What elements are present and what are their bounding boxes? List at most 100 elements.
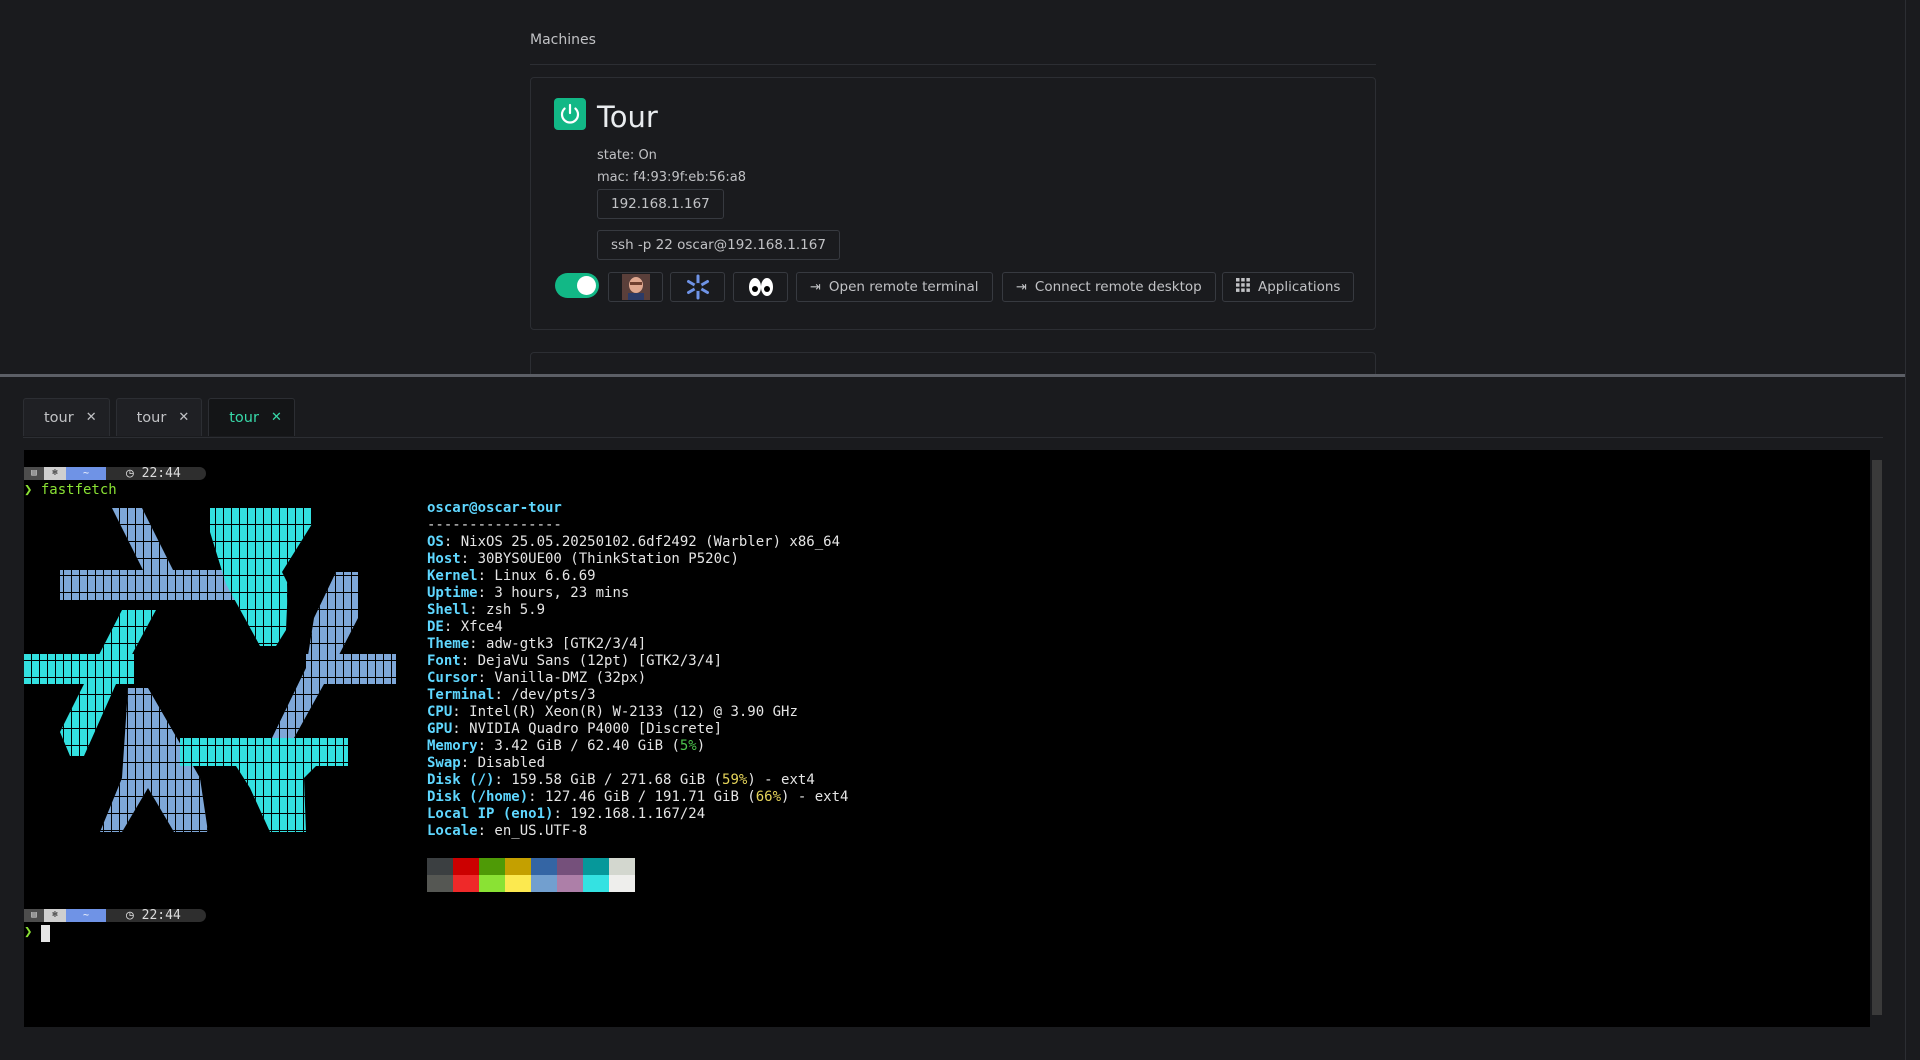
color-swatch [453, 858, 479, 875]
info-label: Theme [427, 636, 470, 652]
color-swatch [531, 858, 557, 875]
prompt-bar: ▤ ❄ ~ ◷ 22:44 [24, 467, 206, 480]
close-icon[interactable]: ✕ [271, 410, 282, 425]
info-line: DE: Xfce4 [427, 619, 503, 636]
info-label: Shell [427, 602, 470, 618]
logo-texture [306, 654, 396, 684]
user-avatar-button[interactable] [608, 272, 663, 302]
terminal-scrollbar[interactable] [1871, 450, 1883, 1027]
login-icon: ⇥ [810, 279, 821, 295]
close-icon[interactable]: ✕ [86, 410, 97, 425]
prompt-dir-segment: ~ [66, 909, 106, 922]
prompt-chevron: ❯ [24, 482, 41, 498]
info-line: Font: DejaVu Sans (12pt) [GTK2/3/4] [427, 653, 722, 670]
prompt-os-segment: ▤ [24, 909, 44, 922]
color-swatch [479, 875, 505, 892]
color-swatch [583, 875, 609, 892]
info-tail: ) [696, 738, 706, 754]
ip-address-button[interactable]: 192.168.1.167 [597, 189, 724, 219]
info-value: : 127.46 GiB / 191.71 GiB ( [528, 789, 756, 805]
machine-card: Tour state: On mac: f4:93:9f:eb:56:a8 19… [530, 77, 1376, 330]
machine-name: Tour [597, 100, 658, 134]
logo-texture [112, 508, 176, 576]
color-swatch [583, 858, 609, 875]
terminal-tab[interactable]: tour ✕ [115, 398, 203, 436]
info-label: Memory [427, 738, 478, 754]
prompt-dir-segment: ~ [66, 467, 106, 480]
tab-label: tour [229, 409, 259, 426]
info-line: Disk (/home): 127.46 GiB / 191.71 GiB (6… [427, 789, 848, 806]
info-line: Memory: 3.42 GiB / 62.40 GiB (5%) [427, 738, 705, 755]
info-label: GPU [427, 721, 453, 737]
color-swatch [505, 875, 531, 892]
command-text: fastfetch [40, 482, 117, 498]
prompt-nix-segment: ❄ [44, 467, 66, 480]
terminal-tab-active[interactable]: tour ✕ [208, 398, 295, 436]
scrollbar-thumb[interactable] [1872, 460, 1882, 1015]
color-swatch [505, 858, 531, 875]
xeyes-button[interactable] [733, 272, 788, 302]
nixos-snowflake-icon [686, 274, 709, 300]
info-value: : 159.58 GiB / 271.68 GiB ( [494, 772, 723, 788]
info-line: Host: 30BYS0UE00 (ThinkStation P520c) [427, 551, 739, 568]
info-value: : 3.42 GiB / 62.40 GiB ( [477, 738, 680, 754]
info-label: OS [427, 534, 444, 550]
machine-state: state: On [597, 148, 657, 163]
panel-splitter[interactable] [0, 374, 1906, 377]
info-tail: ) - ext4 [747, 772, 815, 788]
open-remote-terminal-button[interactable]: ⇥ Open remote terminal [796, 272, 993, 302]
userhost: oscar@oscar-tour [427, 500, 562, 516]
machine-mac: mac: f4:93:9f:eb:56:a8 [597, 170, 746, 185]
info-percent: 59% [722, 772, 748, 788]
info-value: : Intel(R) Xeon(R) W-2133 (12) @ 3.90 GH… [452, 704, 798, 720]
prompt-chevron: ❯ [24, 924, 33, 940]
info-value: : 3 hours, 23 mins [477, 585, 630, 601]
logo-texture [24, 654, 134, 684]
info-label: Uptime [427, 585, 478, 601]
close-icon[interactable]: ✕ [178, 410, 189, 425]
prompt-time: 22:44 [141, 466, 181, 481]
info-value: : 192.168.1.167/24 [553, 806, 706, 822]
info-value: : adw-gtk3 [GTK2/3/4] [469, 636, 647, 652]
info-line: Cursor: Vanilla-DMZ (32px) [427, 670, 646, 687]
terminal-view[interactable]: ▤ ❄ ~ ◷ 22:44 ❯ fastfetch oscar@oscar-to… [24, 450, 1870, 1027]
info-label: Local IP (eno1) [427, 806, 554, 822]
info-value: : NixOS 25.05.20250102.6df2492 (Warbler)… [443, 534, 841, 550]
avatar-icon [621, 274, 650, 300]
next-machine-card [530, 352, 1376, 375]
info-label: Font [427, 653, 461, 669]
applications-button[interactable]: Applications [1222, 272, 1355, 302]
power-icon[interactable] [554, 98, 586, 130]
ssh-command-button[interactable]: ssh -p 22 oscar@192.168.1.167 [597, 230, 840, 260]
info-line: Local IP (eno1): 192.168.1.167/24 [427, 806, 705, 823]
info-percent: 66% [755, 789, 782, 805]
info-value: : Vanilla-DMZ (32px) [477, 670, 647, 686]
info-label: Kernel [427, 568, 478, 584]
info-value: : zsh 5.9 [469, 602, 546, 618]
info-label: Disk (/home) [427, 789, 529, 805]
prompt-nix-segment: ❄ [44, 909, 66, 922]
logo-texture [210, 508, 312, 646]
info-value: : Disabled [460, 755, 546, 771]
info-label: CPU [427, 704, 453, 720]
terminal-tab[interactable]: tour ✕ [23, 398, 110, 436]
info-percent: 5% [679, 738, 697, 754]
info-line: Uptime: 3 hours, 23 mins [427, 585, 629, 602]
power-toggle[interactable] [555, 273, 599, 298]
info-line: Kernel: Linux 6.6.69 [427, 568, 596, 585]
info-line: Shell: zsh 5.9 [427, 602, 545, 619]
applications-label: Applications [1258, 279, 1341, 295]
login-icon: ⇥ [1016, 279, 1027, 295]
info-line: Theme: adw-gtk3 [GTK2/3/4] [427, 636, 646, 653]
info-value: : Xfce4 [443, 619, 503, 635]
nixos-button[interactable] [670, 272, 725, 302]
info-line: Terminal: /dev/pts/3 [427, 687, 596, 704]
connect-remote-desktop-button[interactable]: ⇥ Connect remote desktop [1002, 272, 1216, 302]
page-scrollbar[interactable] [1905, 0, 1920, 1060]
color-swatch [453, 875, 479, 892]
color-swatch [609, 858, 635, 875]
info-line: Disk (/): 159.58 GiB / 271.68 GiB (59%) … [427, 772, 815, 789]
color-swatch [557, 858, 583, 875]
info-value: : /dev/pts/3 [494, 687, 596, 703]
info-value: : NVIDIA Quadro P4000 [Discrete] [452, 721, 723, 737]
